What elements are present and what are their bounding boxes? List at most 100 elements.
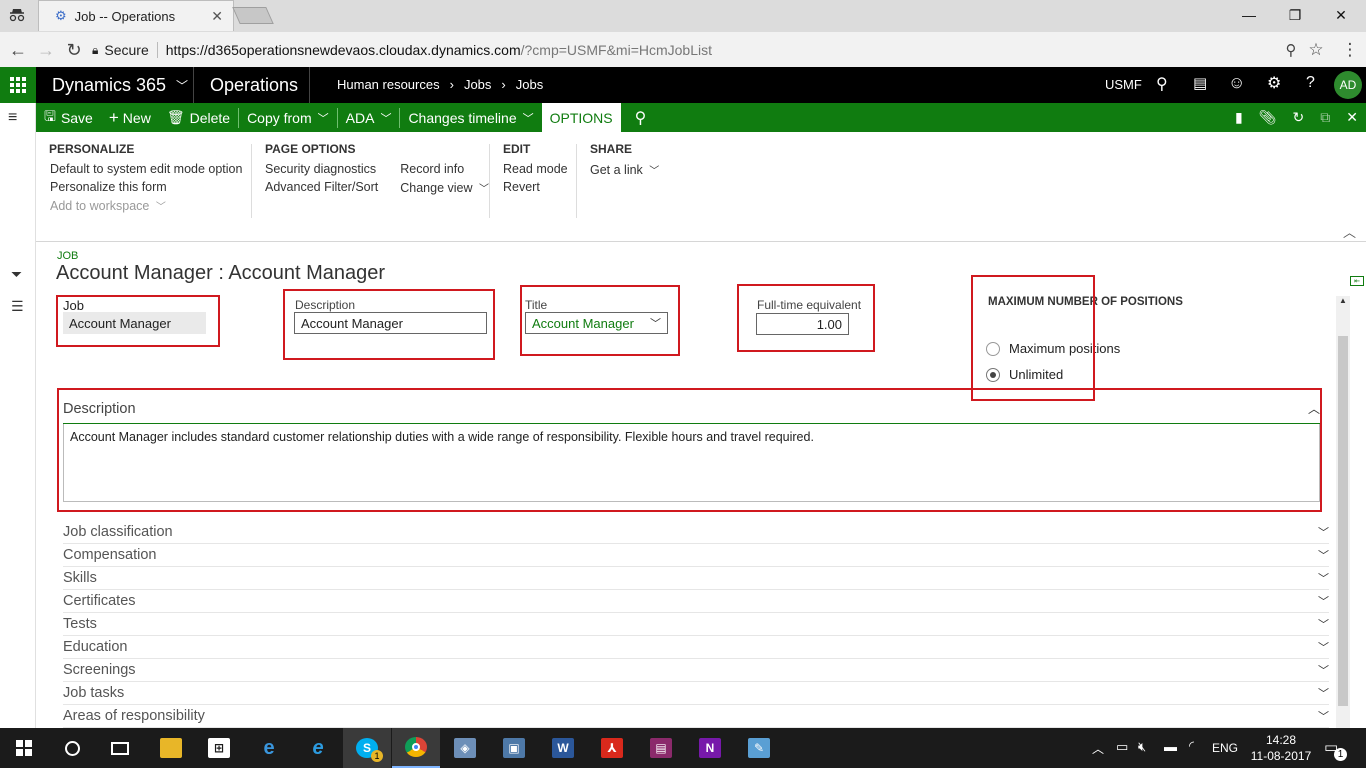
power-icon[interactable]: ▭	[1116, 739, 1128, 755]
scroll-up-icon[interactable]: ▲	[1336, 296, 1350, 310]
changes-timeline-label: Changes timeline	[408, 109, 517, 126]
chrome-menu-icon[interactable]: ⋮	[1337, 38, 1363, 62]
bookmark-star-icon[interactable]: ☆	[1303, 38, 1329, 62]
security-diagnostics[interactable]: Security diagnostics	[265, 162, 378, 180]
action-search-icon[interactable]: ⚲	[627, 103, 655, 132]
display-icon[interactable]: ▬	[1164, 739, 1177, 754]
personalize-this-form[interactable]: Personalize this form	[50, 180, 242, 198]
share-group: SHARE Get a link ﹀	[590, 142, 659, 180]
list-icon[interactable]: ☰	[11, 298, 24, 315]
clock[interactable]: 14:28 11-08-2017	[1250, 732, 1312, 764]
winrar-icon[interactable]: ▤	[637, 728, 685, 768]
company-picker[interactable]: USMF	[1105, 77, 1142, 92]
store-icon[interactable]: ⊞	[195, 728, 243, 768]
breadcrumb-item[interactable]: Jobs	[516, 77, 543, 92]
record-info[interactable]: Record info	[400, 162, 489, 180]
advanced-filter-sort[interactable]: Advanced Filter/Sort	[265, 180, 378, 198]
cortana-search-icon[interactable]	[48, 728, 96, 768]
changes-timeline-menu[interactable]: Changes timeline ﹀	[400, 103, 541, 132]
ada-menu[interactable]: ADA ﹀	[338, 103, 400, 132]
filter-icon[interactable]: ⏷	[11, 266, 22, 283]
url-input[interactable]: 🔒︎ Secure https://d365operationsnewdevao…	[92, 36, 1338, 64]
show-hidden-icons[interactable]: ︿	[1092, 740, 1104, 757]
fasttab-areas-of-responsibility[interactable]: Areas of responsibility ﹀	[63, 705, 1329, 728]
product-menu[interactable]: Dynamics 365 ﹀	[52, 67, 188, 103]
help-icon[interactable]: ?	[1306, 74, 1315, 92]
restore-window-button[interactable]: ❐	[1272, 0, 1318, 30]
attachment-icon[interactable]: 📎︎	[1251, 103, 1285, 132]
chevron-down-icon: ﹀	[522, 112, 534, 125]
edge-browser-icon[interactable]: e	[245, 728, 293, 768]
default-edit-mode-option[interactable]: Default to system edit mode option	[50, 162, 242, 180]
search-icon[interactable]: ⚲	[1156, 74, 1168, 94]
scrollbar-thumb[interactable]	[1338, 336, 1348, 706]
onenote-icon[interactable]: N	[686, 728, 734, 768]
message-icon[interactable]: ▤	[1193, 74, 1207, 92]
computer-icon[interactable]: ▣	[490, 728, 538, 768]
start-windows-icon[interactable]	[0, 728, 48, 768]
paint-icon[interactable]: ✎	[735, 728, 783, 768]
feedback-smiley-icon[interactable]: ☺	[1228, 73, 1245, 93]
fasttab-job-tasks[interactable]: Job tasks ﹀	[63, 682, 1329, 705]
browser-tab[interactable]: ⚙ Job -- Operations ✕	[38, 0, 234, 31]
back-icon[interactable]: ←	[5, 38, 31, 62]
tab-options[interactable]: OPTIONS	[541, 103, 621, 132]
factbox-toggle-icon[interactable]: ⇤	[1350, 276, 1364, 286]
breadcrumb-item[interactable]: Human resources	[337, 77, 440, 92]
close-window-button[interactable]: ✕	[1318, 0, 1364, 30]
wifi-icon[interactable]: ◜	[1189, 738, 1194, 754]
zoom-icon[interactable]: ⚲	[1278, 38, 1304, 62]
settings-gear-icon[interactable]: ⚙	[1267, 73, 1281, 93]
action-pane: 🖫︎ Save + New 🗑︎ Delete Copy from ﹀ ADA …	[36, 103, 1366, 132]
fasttab-compensation[interactable]: Compensation ﹀	[63, 544, 1329, 567]
skype-icon[interactable]: S 1	[343, 728, 391, 768]
highlight-box	[520, 285, 680, 356]
new-button[interactable]: + New	[101, 103, 159, 132]
pdf-reader-icon[interactable]: ⅄	[588, 728, 636, 768]
chrome-icon[interactable]	[392, 728, 440, 768]
module-name[interactable]: Operations	[210, 75, 298, 96]
read-mode[interactable]: Read mode	[503, 162, 568, 180]
file-explorer-icon[interactable]	[147, 728, 195, 768]
get-a-link-menu[interactable]: Get a link ﹀	[590, 162, 659, 180]
language-indicator[interactable]: ENG	[1212, 741, 1238, 755]
remote-desktop-icon[interactable]: ◈	[441, 728, 489, 768]
fasttab-job-classification[interactable]: Job classification ﹀	[63, 521, 1329, 544]
highlight-box	[56, 295, 220, 347]
user-avatar[interactable]: AD	[1334, 71, 1362, 99]
copy-from-menu[interactable]: Copy from ﹀	[239, 103, 337, 132]
form-scrollbar[interactable]: ▲	[1336, 296, 1350, 728]
fasttab-skills[interactable]: Skills ﹀	[63, 567, 1329, 590]
fasttab-certificates[interactable]: Certificates ﹀	[63, 590, 1329, 613]
chevron-down-icon: ﹀	[1318, 711, 1329, 723]
internet-explorer-icon[interactable]: e	[294, 728, 342, 768]
options-ribbon: PERSONALIZE Default to system edit mode …	[36, 132, 1366, 242]
task-view-icon[interactable]	[96, 728, 144, 768]
office-icon[interactable]: ▮	[1227, 103, 1251, 132]
volume-muted-icon[interactable]: 🔇︎	[1138, 739, 1146, 755]
new-tab-button[interactable]	[232, 7, 274, 24]
word-icon[interactable]: W	[539, 728, 587, 768]
forward-icon[interactable]: →	[33, 38, 59, 62]
change-view-menu[interactable]: Change view ﹀	[400, 180, 489, 198]
group-divider	[251, 144, 252, 218]
chevron-right-icon: ›	[501, 77, 506, 92]
hamburger-menu-icon[interactable]: ≡	[8, 109, 17, 127]
add-to-workspace[interactable]: Add to workspace ﹀	[50, 198, 242, 216]
app-launcher-waffle-icon[interactable]	[0, 67, 36, 103]
reload-icon[interactable]: ↻	[61, 38, 87, 62]
refresh-icon[interactable]: ↻	[1285, 103, 1313, 132]
group-header: SHARE	[590, 142, 633, 156]
revert[interactable]: Revert	[503, 180, 568, 198]
save-button[interactable]: 🖫︎ Save	[36, 103, 101, 132]
breadcrumb-item[interactable]: Jobs	[464, 77, 491, 92]
collapse-ribbon-icon[interactable]: ︿	[1343, 222, 1356, 241]
popout-icon[interactable]: ⧉	[1312, 103, 1338, 132]
close-tab-icon[interactable]: ✕	[211, 8, 223, 25]
minimize-window-button[interactable]: —	[1226, 0, 1272, 30]
fasttab-screenings[interactable]: Screenings ﹀	[63, 659, 1329, 682]
fasttab-tests[interactable]: Tests ﹀	[63, 613, 1329, 636]
delete-button[interactable]: 🗑︎ Delete	[159, 103, 238, 132]
close-form-icon[interactable]: ✕	[1338, 103, 1366, 132]
fasttab-education[interactable]: Education ﹀	[63, 636, 1329, 659]
